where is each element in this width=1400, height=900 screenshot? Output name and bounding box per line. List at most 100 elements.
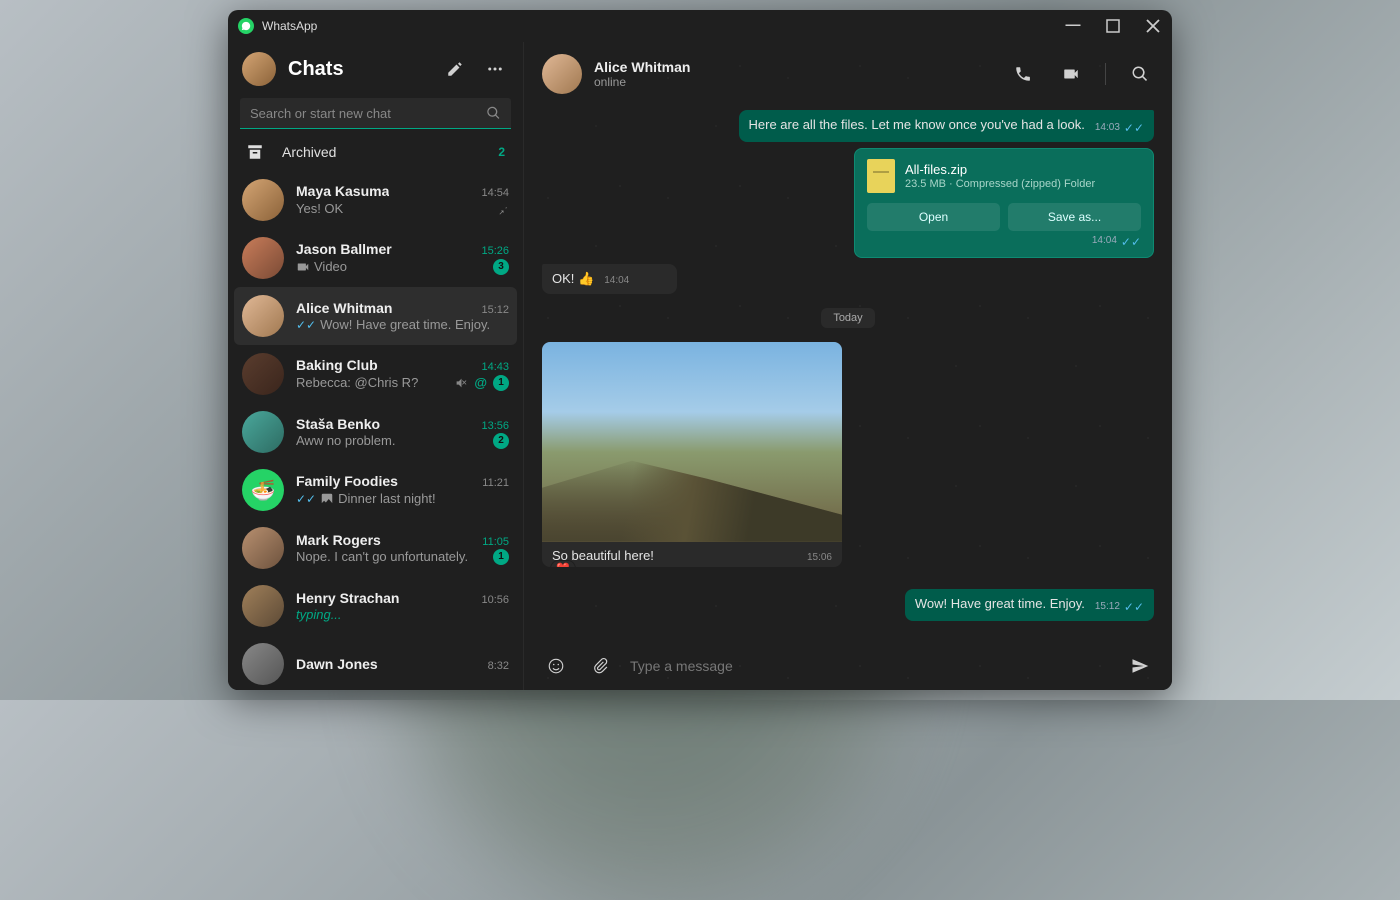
date-separator: Today [821,308,874,328]
maximize-button[interactable] [1104,17,1122,35]
chat-name: Alice Whitman [296,300,392,316]
unread-badge: 1 [493,375,509,391]
message-photo[interactable] [542,342,842,542]
archived-row[interactable]: Archived 2 [228,133,523,171]
save-as-button[interactable]: Save as... [1008,203,1141,231]
chat-item[interactable]: Dawn Jones 8:32 [228,635,523,690]
chat-item[interactable]: 🍜 Family Foodies 11:21 ✓✓ Dinner last night… [228,461,523,519]
read-check-icon: ✓✓ [1124,599,1144,615]
unread-badge: 2 [493,433,509,449]
conv-search-button[interactable] [1126,60,1154,88]
read-check-icon: ✓✓ [1124,120,1144,136]
pin-icon [497,200,509,218]
chat-time: 11:05 [482,536,509,548]
chat-item[interactable]: Mark Rogers 11:05 Nope. I can't go unfortu… [228,519,523,577]
chat-list[interactable]: Maya Kasuma 14:54 Yes! OK Jason Ballmer 15:2… [228,171,523,690]
chat-preview: Aww no problem. [296,433,395,448]
chat-name: Mark Rogers [296,532,381,548]
chat-preview: Nope. I can't go unfortunately. [296,549,468,564]
chat-item[interactable]: Henry Strachan 10:56 typing... [228,577,523,635]
chat-avatar [242,411,284,453]
chat-avatar [242,179,284,221]
file-name: All-files.zip [905,162,1095,177]
search-box[interactable] [240,98,511,129]
chat-preview: Yes! OK [296,201,343,216]
chat-name: Baking Club [296,357,378,373]
contact-status: online [594,75,997,89]
chat-name: Jason Ballmer [296,241,392,257]
chat-time: 8:32 [488,660,509,672]
conversation-panel: Alice Whitman online Here are all the fi… [524,42,1172,690]
chat-name: Family Foodies [296,473,398,489]
zip-file-icon [867,159,895,193]
chat-preview: ✓✓ Dinner last night! [296,490,436,508]
file-attachment[interactable]: All-files.zip 23.5 MB · Compressed (zipp… [854,148,1154,258]
chat-preview: ✓✓ Wow! Have great time. Enjoy. [296,317,490,332]
photo-icon [320,490,334,508]
send-button[interactable] [1126,652,1154,680]
archived-label: Archived [282,144,336,160]
chat-avatar [242,585,284,627]
search-input[interactable] [250,106,486,121]
minimize-button[interactable] [1064,17,1082,35]
my-avatar[interactable] [242,52,276,86]
chat-avatar: 🍜 [242,469,284,511]
chat-preview: Rebecca: @Chris R? [296,375,418,390]
chat-time: 14:43 [481,361,509,373]
sidebar-title: Chats [288,58,429,81]
chat-time: 15:26 [481,245,509,257]
close-button[interactable] [1144,17,1162,35]
message-out[interactable]: Here are all the files. Let me know once… [739,110,1154,142]
voice-call-button[interactable] [1009,60,1037,88]
chat-preview: Video [296,258,347,276]
message-list[interactable]: Here are all the files. Let me know once… [524,106,1172,642]
chat-time: 13:56 [481,420,509,432]
chat-avatar [242,643,284,685]
chat-item[interactable]: Baking Club 14:43 Rebecca: @Chris R? @1 [228,345,523,403]
video-call-button[interactable] [1057,60,1085,88]
read-check-icon: ✓✓ [296,492,316,506]
emoji-button[interactable] [542,652,570,680]
chat-time: 15:12 [481,304,509,316]
chat-name: Maya Kasuma [296,183,389,199]
chat-item[interactable]: Maya Kasuma 14:54 Yes! OK [228,171,523,229]
chat-item[interactable]: Alice Whitman 15:12✓✓ Wow! Have great tim… [234,287,517,345]
message-in[interactable]: OK! 👍 14:04 [542,264,677,294]
composer [524,642,1172,690]
chat-item[interactable]: Staša Benko13:56Aww no problem.2 [228,403,523,461]
titlebar: WhatsApp [228,10,1172,42]
chat-time: 14:54 [481,187,509,199]
archived-count: 2 [498,145,505,159]
contact-name: Alice Whitman [594,59,997,75]
chat-avatar [242,353,284,395]
divider [1105,63,1106,85]
message-out[interactable]: Wow! Have great time. Enjoy. 15:12✓✓ [905,589,1154,621]
contact-avatar[interactable] [542,54,582,94]
archive-icon [246,143,264,161]
chat-item[interactable]: Jason Ballmer 15:26 Video 3 [228,229,523,287]
chat-avatar [242,527,284,569]
unread-badge: 3 [493,259,509,275]
attach-button[interactable] [586,652,614,680]
unread-badge: 1 [493,549,509,565]
app-title: WhatsApp [262,19,317,33]
video-icon [296,258,310,276]
mention-icon: @ [474,375,487,390]
chat-time: 11:21 [482,477,509,489]
open-file-button[interactable]: Open [867,203,1000,231]
read-check-icon: ✓✓ [296,318,316,332]
search-icon [486,104,501,122]
chat-time: 10:56 [481,594,509,606]
file-subtitle: 23.5 MB · Compressed (zipped) Folder [905,178,1095,190]
sidebar: Chats Archived 2 Maya Kasuma 14:54 Yes! OK… [228,42,524,690]
chat-preview: typing... [296,607,342,622]
message-input[interactable] [630,658,1110,674]
chat-avatar [242,237,284,279]
reaction-badge[interactable]: ❤️ [550,560,576,567]
app-window: WhatsApp Chats Archived 2 Maya K [228,10,1172,690]
more-menu-button[interactable] [481,55,509,83]
image-message[interactable]: So beautiful here! 15:06 ❤️ [542,342,842,567]
chat-name: Henry Strachan [296,590,399,606]
new-chat-button[interactable] [441,55,469,83]
chat-name: Dawn Jones [296,656,378,672]
